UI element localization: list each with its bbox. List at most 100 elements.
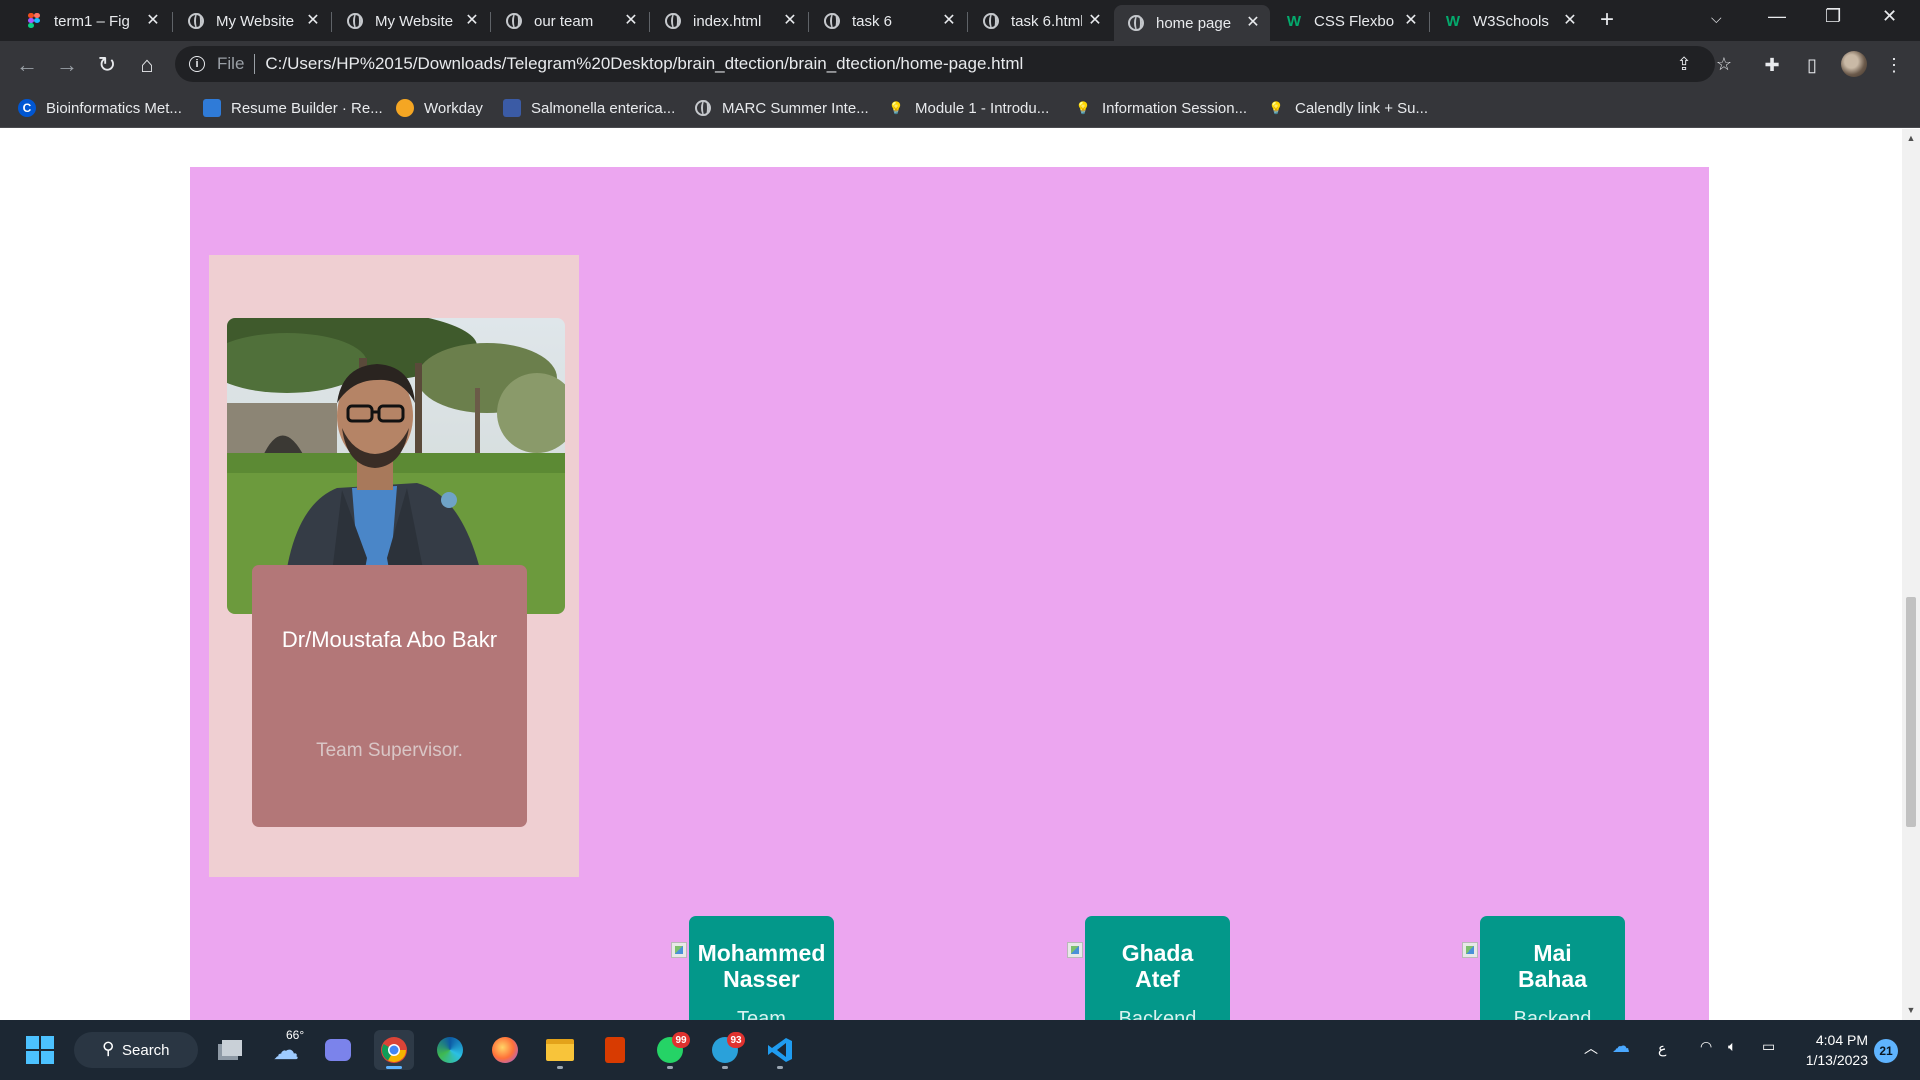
- forward-button[interactable]: →: [53, 51, 81, 79]
- bookmark-item[interactable]: 💡 Information Session...: [1074, 98, 1248, 118]
- close-icon[interactable]: ✕: [465, 13, 479, 29]
- taskbar-search[interactable]: ⚲ Search: [74, 1032, 198, 1068]
- firefox-button[interactable]: [485, 1030, 525, 1070]
- tab-task-6[interactable]: task 6 ✕: [810, 5, 966, 37]
- page-scrollbar[interactable]: ▲ ▼: [1902, 129, 1920, 1020]
- supervisor-info-box: Dr/Moustafa Abo Bakr Team Supervisor.: [252, 565, 527, 827]
- chrome-button[interactable]: [374, 1030, 414, 1070]
- whatsapp-button[interactable]: 99: [650, 1030, 690, 1070]
- scroll-up-arrow[interactable]: ▲: [1906, 133, 1916, 143]
- show-hidden-icons-chevron[interactable]: ︿: [1584, 1038, 1598, 1058]
- bookmark-label: Calendly link + Su...: [1295, 99, 1428, 117]
- browser-toolbar: ← → ↻ ⌂ i File C:/Users/HP%2015/Download…: [0, 41, 1920, 88]
- home-button[interactable]: ⌂: [133, 51, 161, 79]
- tab-our-team[interactable]: our team ✕: [492, 5, 648, 37]
- bookmark-item[interactable]: Workday: [396, 98, 483, 118]
- tab-w3schools[interactable]: W W3Schools ✕: [1431, 5, 1587, 37]
- close-icon[interactable]: ✕: [1088, 13, 1102, 29]
- broken-image-icon: [1462, 942, 1478, 958]
- close-icon[interactable]: ✕: [146, 13, 160, 29]
- new-tab-button[interactable]: +: [1600, 8, 1614, 32]
- tab-my-website[interactable]: My Website ✕: [174, 5, 330, 37]
- bookmark-item[interactable]: 💡 Module 1 - Introdu...: [887, 98, 1050, 118]
- coursera-icon: C: [18, 99, 36, 117]
- office-button[interactable]: [595, 1030, 635, 1070]
- url-divider: [254, 54, 256, 74]
- tab-index[interactable]: index.html ✕: [651, 5, 807, 37]
- close-icon[interactable]: ✕: [1563, 13, 1577, 29]
- profile-avatar[interactable]: [1841, 51, 1867, 77]
- close-icon[interactable]: ✕: [306, 13, 320, 29]
- bookmark-item[interactable]: 💡 Calendly link + Su...: [1267, 98, 1428, 118]
- scroll-down-arrow[interactable]: ▼: [1906, 1005, 1916, 1015]
- telegram-button[interactable]: 93: [705, 1030, 745, 1070]
- wifi-icon[interactable]: ◠: [1700, 1038, 1712, 1055]
- bookmark-item[interactable]: MARC Summer Inte...: [694, 98, 869, 118]
- bookmark-item[interactable]: C Bioinformatics Met...: [18, 98, 182, 118]
- tab-divider: [1429, 12, 1430, 32]
- bookmark-label: Resume Builder · Re...: [231, 99, 383, 117]
- onedrive-icon[interactable]: ☁: [1612, 1036, 1630, 1057]
- weather-widget[interactable]: ☁ 66°: [266, 1028, 306, 1070]
- edge-icon: [437, 1037, 463, 1063]
- task-view-icon: [218, 1040, 242, 1060]
- side-panel-icon[interactable]: ▯: [1800, 53, 1824, 77]
- scroll-thumb[interactable]: [1906, 597, 1916, 827]
- clock-time[interactable]: 4:04 PM: [1808, 1032, 1868, 1048]
- member-role: Backend: [1513, 1008, 1592, 1020]
- tab-divider: [808, 12, 809, 32]
- url-text[interactable]: C:/Users/HP%2015/Downloads/Telegram%20De…: [265, 54, 1023, 74]
- clock-date[interactable]: 1/13/2023: [1798, 1052, 1868, 1068]
- tab-my-website-2[interactable]: My Website ✕: [333, 5, 489, 37]
- tab-label: W3Schools: [1473, 12, 1549, 30]
- tab-task-6-html[interactable]: task 6.html ✕: [969, 5, 1112, 37]
- running-indicator: [557, 1066, 563, 1069]
- tab-css-flexbox[interactable]: W CSS Flexbo ✕: [1272, 5, 1428, 37]
- edge-button[interactable]: [430, 1030, 470, 1070]
- restore-button[interactable]: ❐: [1825, 6, 1841, 27]
- close-icon[interactable]: ✕: [1246, 15, 1260, 31]
- close-icon[interactable]: ✕: [942, 13, 956, 29]
- tab-label: home page: [1156, 14, 1232, 32]
- teams-chat-button[interactable]: [318, 1030, 358, 1070]
- bookmark-item[interactable]: Resume Builder · Re...: [203, 98, 383, 118]
- bookmark-star-icon[interactable]: ☆: [1712, 52, 1736, 76]
- globe-icon: [983, 13, 999, 29]
- broken-image-icon: [671, 942, 687, 958]
- minimize-button[interactable]: —: [1768, 6, 1786, 27]
- bookmark-label: Bioinformatics Met...: [46, 99, 182, 117]
- close-icon[interactable]: ✕: [1404, 13, 1418, 29]
- member-name: Ghada Atef: [1121, 940, 1194, 992]
- telegram-badge: 93: [727, 1032, 745, 1048]
- share-icon[interactable]: ⇪: [1672, 52, 1696, 76]
- tab-label: CSS Flexbo: [1314, 12, 1395, 30]
- close-icon[interactable]: ✕: [624, 13, 638, 29]
- tab-search-chevron-icon[interactable]: ⌵: [1711, 10, 1722, 27]
- tab-label: My Website: [375, 12, 454, 30]
- reload-button[interactable]: ↻: [93, 51, 121, 79]
- notification-badge[interactable]: 21: [1874, 1039, 1898, 1063]
- workday-icon: [396, 99, 414, 117]
- firefox-icon: [492, 1037, 518, 1063]
- info-icon[interactable]: i: [189, 56, 205, 72]
- menu-kebab-icon[interactable]: ⋮: [1882, 53, 1906, 77]
- supervisor-role: Team Supervisor.: [316, 740, 463, 761]
- tab-figma[interactable]: term1 – Fig ✕: [12, 5, 170, 37]
- close-icon[interactable]: ✕: [783, 13, 797, 29]
- start-button[interactable]: [20, 1030, 60, 1070]
- task-view-button[interactable]: [210, 1030, 250, 1070]
- input-language-indicator[interactable]: ع: [1658, 1040, 1666, 1057]
- bookmark-label: Salmonella enterica...: [531, 99, 676, 117]
- address-bar[interactable]: i File C:/Users/HP%2015/Downloads/Telegr…: [175, 46, 1732, 82]
- battery-icon[interactable]: ▭: [1762, 1038, 1775, 1055]
- file-explorer-button[interactable]: [540, 1030, 580, 1070]
- back-button[interactable]: ←: [13, 51, 41, 79]
- close-window-button[interactable]: ✕: [1882, 6, 1897, 27]
- bookmark-item[interactable]: Salmonella enterica...: [503, 98, 675, 118]
- tab-home-page[interactable]: home page ✕: [1114, 5, 1270, 41]
- bookmark-label: Information Session...: [1102, 99, 1248, 117]
- tab-divider: [172, 12, 173, 32]
- vscode-button[interactable]: [760, 1030, 800, 1070]
- extensions-icon[interactable]: ✚: [1760, 53, 1784, 77]
- volume-icon[interactable]: 🔈︎: [1728, 1038, 1736, 1055]
